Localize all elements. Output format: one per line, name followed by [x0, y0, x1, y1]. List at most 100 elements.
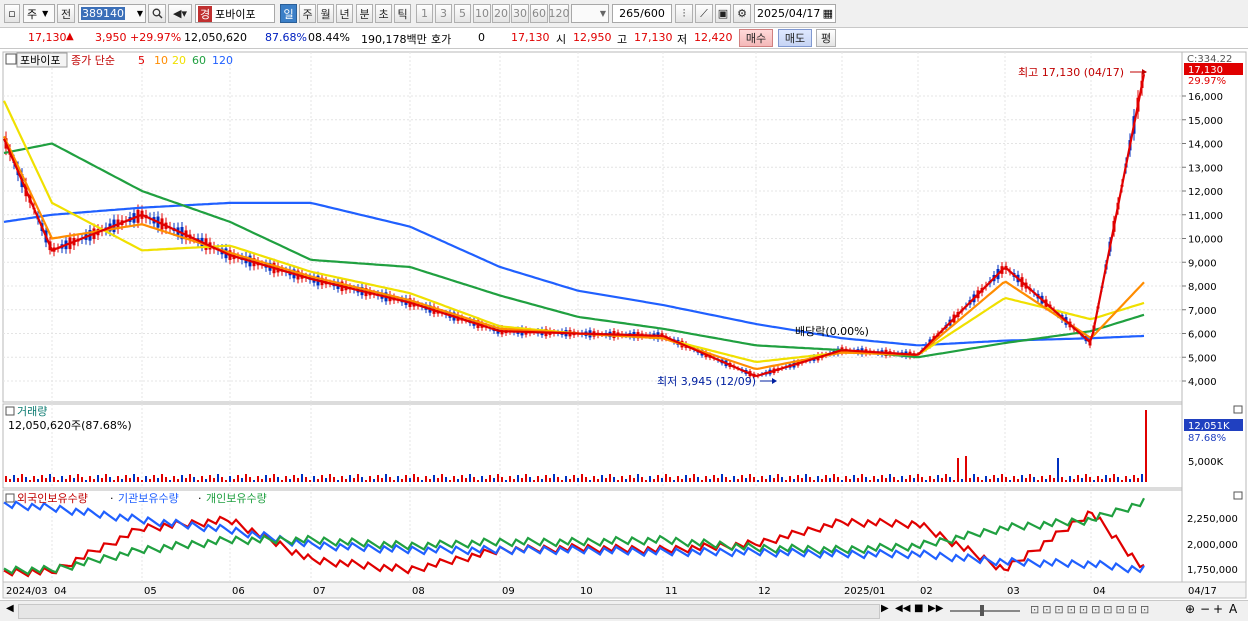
volume-bar — [829, 478, 831, 482]
volume-bar — [701, 480, 703, 482]
volume-bar — [529, 477, 531, 482]
volume-bar — [1133, 475, 1135, 482]
volume-bar — [69, 475, 71, 482]
period-5-button[interactable]: 초 — [375, 4, 392, 23]
minus-icon[interactable]: − — [1200, 602, 1210, 616]
count-field[interactable]: 265/600 — [612, 4, 672, 23]
period-4-button[interactable]: 분 — [356, 4, 373, 23]
volume-bar — [133, 474, 135, 482]
volume-bar — [925, 480, 927, 482]
stock-chart[interactable]: 최고 17,130 (04/17) 최저 3,945 (12/09) 배당락(0… — [0, 50, 1248, 600]
x-tick-label: 2024/03 — [6, 586, 48, 597]
date-field[interactable]: 2025/04/17 ▦ — [754, 4, 836, 23]
volume-bar — [1089, 477, 1091, 482]
volume-bar — [249, 477, 251, 482]
volume-bar — [429, 479, 431, 482]
buy-button[interactable]: 매수 — [739, 29, 773, 47]
volume-bar — [621, 476, 623, 482]
volume-bar — [777, 474, 779, 482]
sound-icon[interactable]: ◀▾ — [168, 4, 192, 23]
minute-1-button[interactable]: 1 — [416, 4, 433, 23]
chart-type-icon[interactable]: ⟋ — [695, 4, 713, 23]
legend-ma-5[interactable]: 5 — [138, 54, 145, 67]
panel-close-icon[interactable] — [1233, 405, 1243, 414]
period-3-button[interactable]: 년 — [336, 4, 353, 23]
period-0-button[interactable]: 일 — [280, 4, 297, 23]
zoom-slider[interactable] — [950, 610, 1020, 612]
period-2-button[interactable]: 월 — [317, 4, 334, 23]
gear-icon[interactable]: ⚙ — [733, 4, 751, 23]
volume-axis-tick: 5,000K — [1188, 457, 1224, 468]
drawing-tools-icons[interactable]: ⊡⊡⊡⊡⊡⊡⊡⊡⊡⊡ — [1030, 603, 1152, 616]
fast-forward-icon[interactable]: ▶▶ — [928, 603, 943, 614]
volume-bar — [641, 477, 643, 482]
window-icon[interactable]: ▫ — [4, 4, 20, 23]
interval-select[interactable]: ▼ — [571, 4, 609, 23]
auto-scale-icon[interactable]: A — [1229, 602, 1237, 616]
minute-120-button[interactable]: 120 — [549, 4, 570, 23]
volume-bar — [501, 477, 503, 482]
volume-bar — [449, 480, 451, 482]
minute-5-button[interactable]: 5 — [454, 4, 471, 23]
volume-bar — [1005, 477, 1007, 482]
code-input[interactable]: 389140 ▼ — [78, 4, 146, 23]
x-tick-label: 04 — [54, 586, 67, 597]
scroll-right-icon[interactable]: ▶ — [881, 603, 889, 614]
period-6-button[interactable]: 틱 — [394, 4, 411, 23]
minute-3-button[interactable]: 3 — [435, 4, 452, 23]
volume-bar — [225, 480, 227, 482]
volume-bar — [417, 477, 419, 482]
holdings-toggle-icon[interactable] — [5, 493, 15, 503]
volume-bar — [505, 480, 507, 482]
minute-60-button[interactable]: 60 — [530, 4, 548, 23]
volume-bar — [21, 474, 23, 482]
volume-toggle-icon[interactable] — [5, 406, 15, 416]
volume-bar — [825, 475, 827, 482]
legend-ma-10[interactable]: 10 — [154, 54, 168, 67]
sell-button[interactable]: 매도 — [778, 29, 812, 47]
volume-bar — [329, 474, 331, 482]
zoom-in-icon[interactable]: ⊕ — [1185, 602, 1195, 616]
search-icon[interactable] — [148, 4, 166, 23]
price-tick-label: 5,000 — [1188, 353, 1217, 364]
plus-icon[interactable]: + — [1213, 602, 1223, 616]
minute-10-button[interactable]: 10 — [473, 4, 491, 23]
period-1-button[interactable]: 주 — [299, 4, 316, 23]
misc-button[interactable]: 평 — [816, 29, 836, 47]
volume-bar — [145, 476, 147, 482]
volume-bar — [41, 475, 43, 482]
legend-ma-20[interactable]: 20 — [172, 54, 186, 67]
scroll-left-icon[interactable]: ◀ — [6, 603, 14, 614]
volume-bar — [977, 477, 979, 482]
rewind-icon[interactable]: ◀◀ — [895, 603, 910, 614]
scroll-track[interactable] — [18, 604, 880, 619]
x-tick-label: 03 — [1007, 586, 1020, 597]
volume-bar — [81, 477, 83, 482]
minute-30-button[interactable]: 30 — [511, 4, 529, 23]
volume-bar — [869, 480, 871, 482]
volume-bar — [473, 477, 475, 482]
volume-bar — [201, 476, 203, 482]
stock-name-field[interactable]: 경 포바이포 — [195, 4, 275, 23]
market-select[interactable]: 주 ▼ — [23, 4, 55, 23]
save-icon[interactable]: ▣ — [715, 4, 731, 23]
panel-close-icon[interactable] — [1233, 491, 1243, 500]
volume-value: 12,050,620 — [184, 31, 247, 44]
volume-bar — [817, 476, 819, 482]
current-pct-tag-text: 29.97% — [1188, 76, 1226, 87]
volume-bar — [697, 477, 699, 482]
legend-ma-120[interactable]: 120 — [212, 54, 233, 67]
volume-bar — [289, 479, 291, 482]
legend-ma-60[interactable]: 60 — [192, 54, 206, 67]
volume-bar — [293, 475, 295, 482]
zoom-slider-thumb[interactable] — [980, 605, 984, 616]
volume-bar — [753, 477, 755, 482]
volume-bar — [541, 479, 543, 482]
prefix-button[interactable]: 전 — [57, 4, 75, 23]
calendar-icon: ▦ — [822, 7, 833, 20]
volume-bar — [469, 474, 471, 482]
minute-20-button[interactable]: 20 — [492, 4, 510, 23]
candle-icon[interactable]: ⫶ — [675, 4, 693, 23]
stop-icon[interactable]: ■ — [914, 603, 923, 614]
volume-bar — [889, 474, 891, 482]
